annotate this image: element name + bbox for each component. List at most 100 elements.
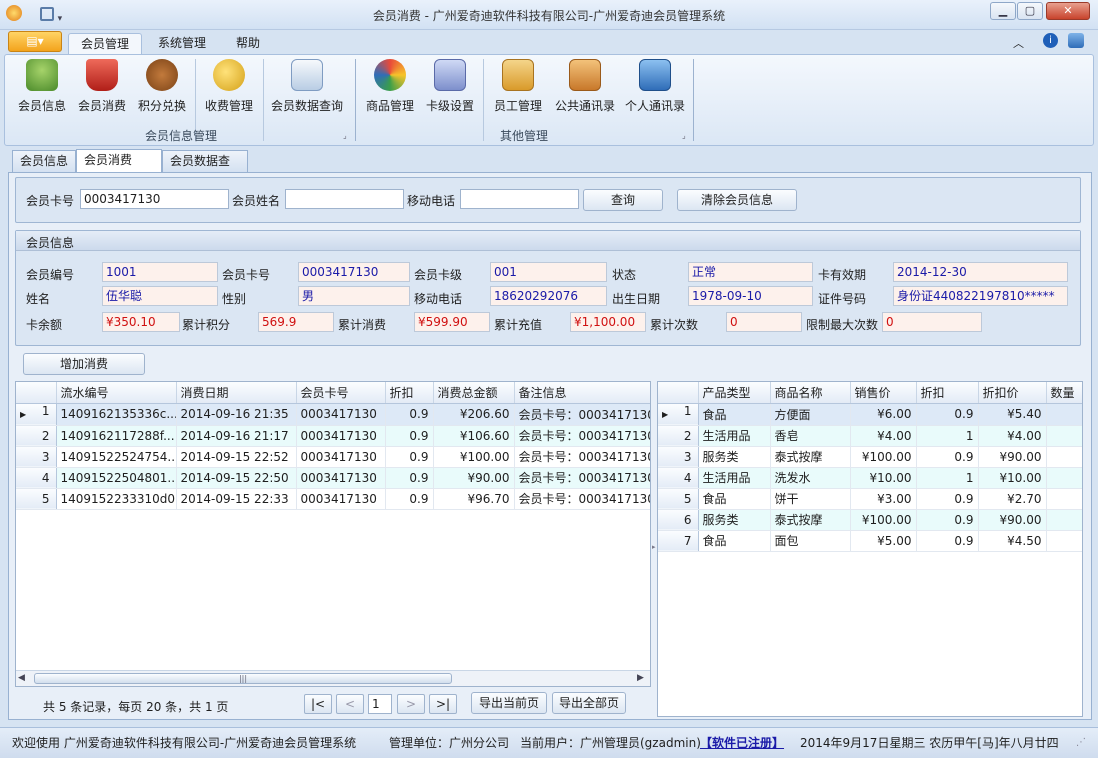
last-page-button[interactable]: >| [429, 694, 457, 714]
cell[interactable]: 1 [916, 425, 979, 447]
row-header[interactable]: 7 [658, 530, 699, 552]
column-header[interactable]: 备注信息 [514, 382, 650, 404]
column-header[interactable]: 折扣价 [978, 382, 1047, 404]
cell[interactable]: ¥4.00 [978, 425, 1047, 447]
member-name-input[interactable] [285, 189, 404, 209]
column-header[interactable]: 销售价 [850, 382, 917, 404]
cell[interactable]: 0003417130 [296, 446, 386, 468]
table-row[interactable]: ▶ 1 1409162135336c... 2014-09-16 21:35 00… [16, 403, 650, 426]
clear-member-button[interactable]: 清除会员信息 [677, 189, 797, 211]
cell[interactable]: ¥90.00 [978, 509, 1047, 531]
cell[interactable]: 食品 [698, 488, 771, 510]
cell[interactable]: 会员卡号：0003417130 [514, 488, 650, 510]
column-header[interactable]: 流水编号 [56, 382, 177, 404]
splitter-handle[interactable]: ▸ [652, 543, 656, 551]
table-row[interactable]: 5 食品 饼干 ¥3.00 0.9 ¥2.70 [658, 488, 1082, 510]
cell[interactable]: 0.9 [385, 488, 434, 510]
ribbon-collapse-icon[interactable]: ︿ [1013, 35, 1024, 51]
cell[interactable]: ¥5.00 [850, 530, 917, 552]
info-icon[interactable]: i [1043, 33, 1058, 48]
cell[interactable]: ¥100.00 [850, 446, 917, 468]
cell[interactable] [1046, 467, 1082, 489]
table-row[interactable]: 3 14091522524754... 2014-09-15 22:52 000… [16, 446, 650, 468]
public-contacts-button[interactable]: 公共通讯录 [551, 59, 619, 117]
cell[interactable]: 会员卡号：0003417130 [514, 467, 650, 489]
cell[interactable]: 服务类 [698, 446, 771, 468]
app-menu-button[interactable]: ▤▾ [8, 31, 62, 52]
member-info-button[interactable]: 会员信息 [13, 59, 71, 117]
cell[interactable]: ¥96.70 [433, 488, 515, 510]
cell[interactable]: 0.9 [916, 530, 979, 552]
cell[interactable]: 会员卡号：0003417130 [514, 403, 650, 426]
row-header[interactable]: 2 [16, 425, 57, 447]
first-page-button[interactable]: |< [304, 694, 332, 714]
table-row[interactable]: 3 服务类 泰式按摩 ¥100.00 0.9 ¥90.00 [658, 446, 1082, 468]
row-header[interactable]: ▶ 1 [16, 403, 57, 426]
cell[interactable]: 2014-09-16 21:17 [176, 425, 297, 447]
export-current-page-button[interactable]: 导出当前页 [471, 692, 547, 714]
cell[interactable]: 2014-09-16 21:35 [176, 403, 297, 426]
cell[interactable] [1046, 509, 1082, 531]
cell[interactable]: 会员卡号：0003417130 [514, 425, 650, 447]
row-header[interactable]: 6 [658, 509, 699, 531]
cell[interactable]: 服务类 [698, 509, 771, 531]
personal-contacts-button[interactable]: 个人通讯录 [621, 59, 689, 117]
cell[interactable]: 0.9 [385, 467, 434, 489]
minimize-button[interactable]: ▁ [990, 2, 1016, 20]
cell[interactable]: 0.9 [916, 509, 979, 531]
cell[interactable]: 会员卡号：0003417130 [514, 446, 650, 468]
cell[interactable]: 1409162135336c... [56, 403, 177, 426]
card-level-button[interactable]: 卡级设置 [421, 59, 479, 117]
row-header[interactable]: 2 [658, 425, 699, 447]
cell[interactable]: ¥4.50 [978, 530, 1047, 552]
column-header[interactable]: 消费日期 [176, 382, 297, 404]
horizontal-scrollbar[interactable]: ◀ ||| ▶ [16, 670, 650, 686]
cell[interactable]: ¥6.00 [850, 403, 917, 426]
row-header[interactable]: 3 [658, 446, 699, 468]
column-header[interactable]: 折扣 [385, 382, 434, 404]
column-header[interactable]: 消费总金额 [433, 382, 515, 404]
cell[interactable]: ¥90.00 [978, 446, 1047, 468]
group-launcher-icon[interactable]: ⌟ [343, 131, 347, 140]
table-row[interactable]: 2 1409162117288f... 2014-09-16 21:17 000… [16, 425, 650, 447]
doc-tab-member-data-query[interactable]: 会员数据查询 [162, 150, 248, 189]
cell[interactable]: 1 [916, 467, 979, 489]
cell[interactable]: 0.9 [916, 403, 979, 426]
maximize-button[interactable]: ▢ [1017, 2, 1043, 20]
cell[interactable]: ¥106.60 [433, 425, 515, 447]
scroll-thumb[interactable]: ||| [34, 673, 452, 684]
employee-management-button[interactable]: 员工管理 [487, 59, 549, 117]
product-management-button[interactable]: 商品管理 [361, 59, 419, 117]
cell[interactable]: 2014-09-15 22:33 [176, 488, 297, 510]
cell[interactable]: 0003417130 [296, 425, 386, 447]
table-row[interactable]: 5 1409152233310d0... 2014-09-15 22:33 00… [16, 488, 650, 510]
close-button[interactable]: ✕ [1046, 2, 1090, 20]
cell[interactable]: 食品 [698, 403, 771, 426]
cell[interactable]: ¥100.00 [850, 509, 917, 531]
next-page-button[interactable]: > [397, 694, 425, 714]
cell[interactable] [1046, 446, 1082, 468]
cell[interactable]: 0.9 [385, 403, 434, 426]
cell[interactable]: ¥2.70 [978, 488, 1047, 510]
cell[interactable]: 14091522524754... [56, 446, 177, 468]
member-data-query-button[interactable]: 会员数据查询 [267, 59, 347, 117]
cell[interactable]: 食品 [698, 530, 771, 552]
cell[interactable] [1046, 488, 1082, 510]
cell[interactable]: ¥206.60 [433, 403, 515, 426]
cell[interactable]: 2014-09-15 22:52 [176, 446, 297, 468]
cell[interactable]: 0003417130 [296, 467, 386, 489]
cell[interactable]: 0.9 [385, 425, 434, 447]
scroll-right-icon[interactable]: ▶ [637, 673, 644, 683]
cell[interactable]: 14091522504801... [56, 467, 177, 489]
prev-page-button[interactable]: < [336, 694, 364, 714]
doc-tab-member-info[interactable]: 会员信息 [12, 150, 76, 172]
column-header[interactable]: 商品名称 [770, 382, 851, 404]
fee-management-button[interactable]: 收费管理 [199, 59, 259, 117]
row-header[interactable]: 3 [16, 446, 57, 468]
cell[interactable]: 泰式按摩 [770, 446, 851, 468]
cell[interactable]: 香皂 [770, 425, 851, 447]
tab-help[interactable]: 帮助 [224, 33, 272, 54]
cell[interactable]: ¥10.00 [978, 467, 1047, 489]
cell[interactable]: ¥90.00 [433, 467, 515, 489]
cell[interactable]: 0.9 [916, 488, 979, 510]
